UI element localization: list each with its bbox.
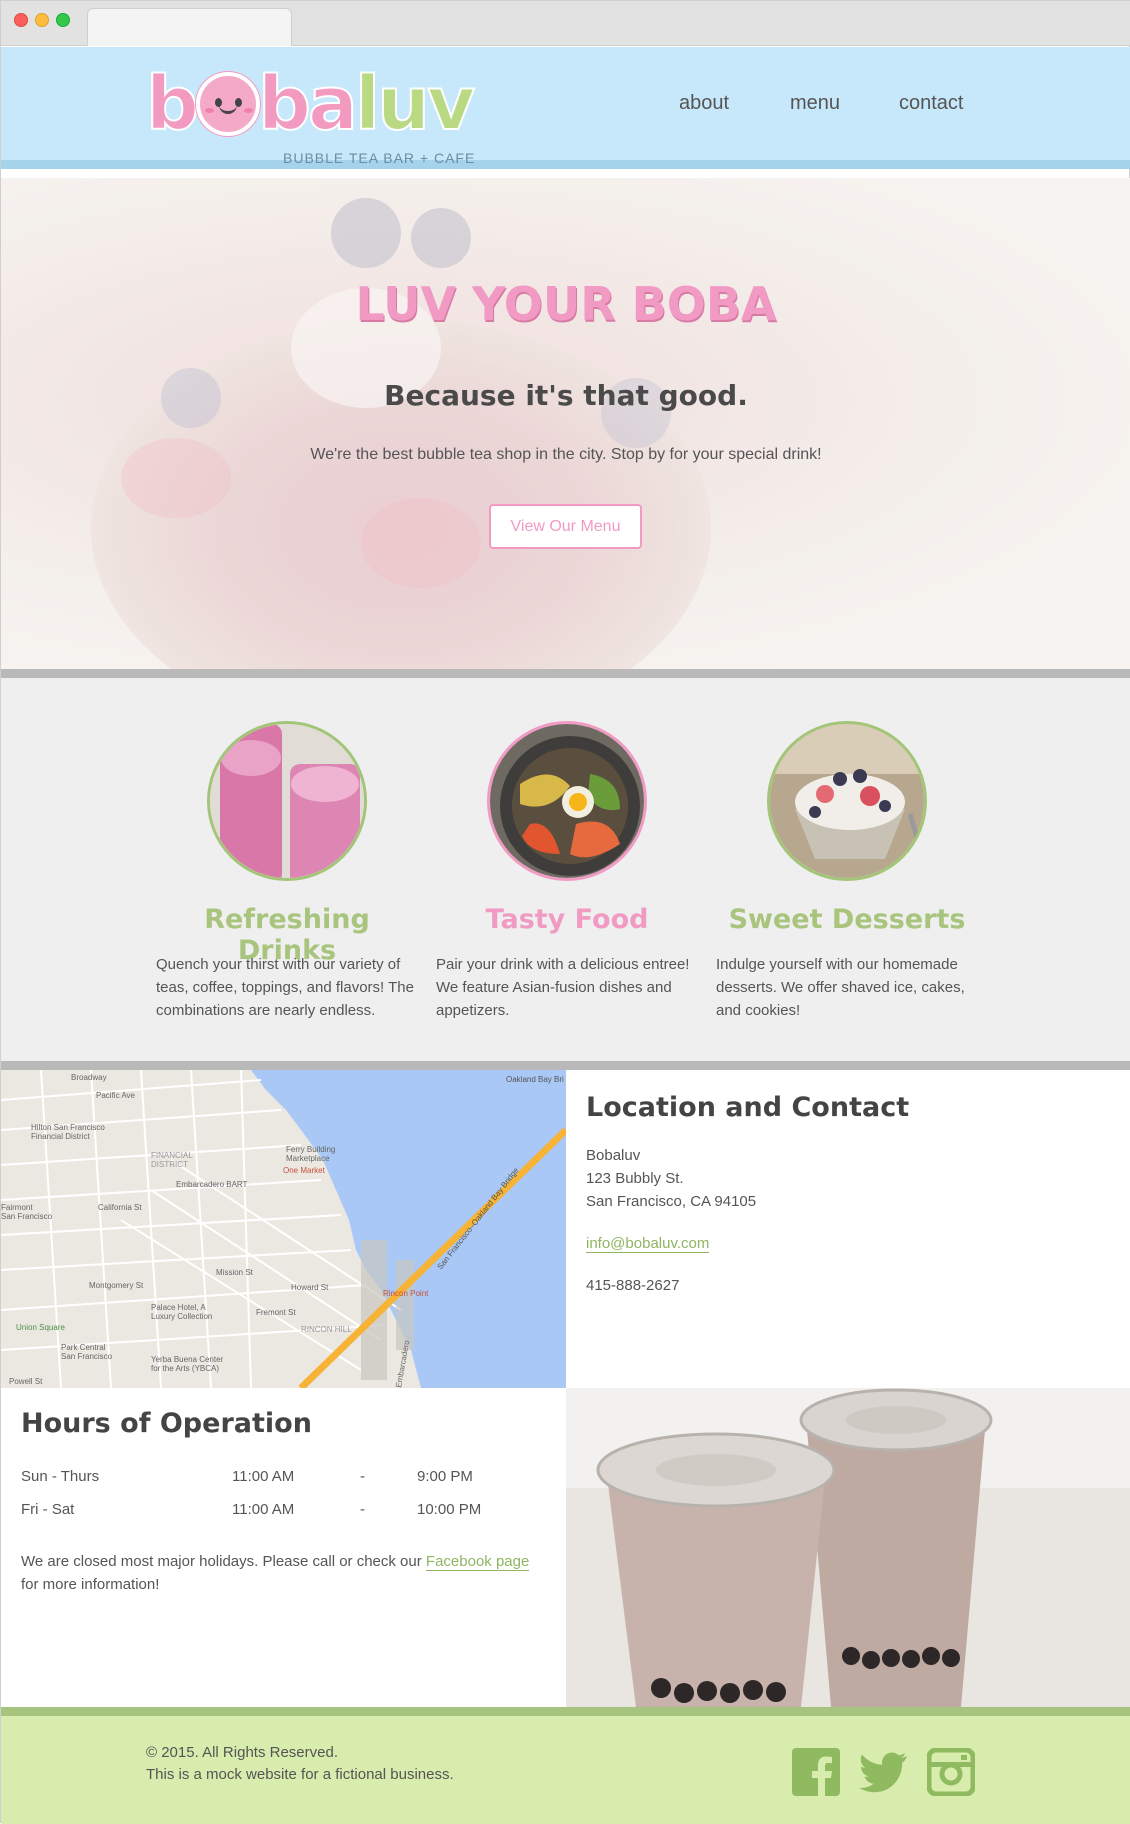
svg-text:Yerba Buena Center: Yerba Buena Center — [151, 1355, 224, 1364]
svg-text:Union Square: Union Square — [16, 1323, 65, 1332]
hours-days: Sun - Thurs — [21, 1468, 100, 1485]
hours-open: 11:00 AM — [232, 1468, 295, 1485]
svg-text:Pacific Ave: Pacific Ave — [96, 1091, 136, 1100]
svg-text:Fairmont: Fairmont — [1, 1203, 33, 1212]
svg-text:DISTRICT: DISTRICT — [151, 1160, 188, 1169]
hours-days: Fri - Sat — [21, 1501, 75, 1518]
location-map[interactable]: Broadway Pacific Ave FINANCIAL DISTRICT Em… — [1, 1070, 566, 1388]
svg-text:Fremont St: Fremont St — [256, 1308, 296, 1317]
svg-text:Embarcadero BART: Embarcadero BART — [176, 1180, 248, 1189]
svg-text:FINANCIAL: FINANCIAL — [151, 1151, 193, 1160]
hours-heading: Hours of Operation — [21, 1408, 312, 1439]
logo-tagline: BUBBLE TEA BAR + CAFE — [283, 150, 476, 166]
business-name: Bobaluv — [586, 1147, 641, 1164]
nav-contact[interactable]: contact — [899, 92, 963, 115]
svg-text:Montgomery St: Montgomery St — [89, 1281, 144, 1290]
boba-face-icon — [196, 72, 260, 136]
view-menu-button[interactable]: View Our Menu — [489, 504, 642, 549]
feature-text: Pair your drink with a delicious entree!… — [436, 956, 690, 1019]
svg-text:Hilton San Francisco: Hilton San Francisco — [31, 1123, 105, 1132]
browser-tab[interactable] — [87, 8, 292, 46]
svg-text:for the Arts (YBCA): for the Arts (YBCA) — [151, 1364, 219, 1373]
svg-text:RINCON HILL: RINCON HILL — [301, 1325, 352, 1334]
nav-menu[interactable]: menu — [790, 92, 840, 115]
browser-chrome — [1, 1, 1130, 46]
hero-subtitle: Because it's that good. — [384, 379, 748, 412]
hours-separator: - — [360, 1501, 365, 1518]
city-state-zip: San Francisco, CA 94105 — [586, 1193, 757, 1210]
facebook-page-link[interactable]: Facebook page — [425, 1553, 530, 1571]
close-window-button[interactable] — [14, 13, 28, 27]
holiday-note: We are closed most major holidays. Pleas… — [21, 1553, 530, 1593]
hours-separator: - — [360, 1468, 365, 1485]
bobaluv-logo[interactable]: b baluv BUBBLE TEA BAR + CAFE — [145, 59, 476, 166]
desserts-image — [767, 721, 927, 881]
facebook-icon[interactable] — [792, 1748, 840, 1796]
copyright-text: © 2015. All Rights Reserved. — [146, 1744, 338, 1761]
instagram-icon[interactable] — [926, 1747, 976, 1797]
hero-description: We're the best bubble tea shop in the ci… — [310, 446, 822, 463]
hours-close: 9:00 PM — [417, 1468, 473, 1485]
features-section: Refreshing Drinks Quench your thirst wit… — [1, 678, 1130, 1061]
phone-number: 415-888-2627 — [586, 1277, 680, 1294]
svg-text:Broadway: Broadway — [71, 1073, 107, 1082]
boba-drinks-photo — [566, 1388, 1130, 1707]
svg-text:San Francisco: San Francisco — [1, 1212, 53, 1221]
minimize-window-button[interactable] — [35, 13, 49, 27]
hours-open: 11:00 AM — [232, 1501, 295, 1518]
svg-text:San Francisco: San Francisco — [61, 1352, 113, 1361]
hours-close: 10:00 PM — [417, 1501, 482, 1518]
svg-text:Park Central: Park Central — [61, 1343, 106, 1352]
feature-title: Tasty Food — [485, 904, 649, 935]
feature-title: Sweet Desserts — [728, 904, 966, 935]
svg-text:Oakland Bay Bri: Oakland Bay Bri — [506, 1075, 564, 1084]
hero-title: LUV YOUR BOBA — [355, 277, 777, 331]
section-divider — [1, 1061, 1130, 1070]
svg-text:Ferry Building: Ferry Building — [286, 1145, 335, 1154]
location-heading: Location and Contact — [586, 1092, 910, 1123]
svg-text:Mission St: Mission St — [216, 1268, 254, 1277]
drinks-image — [207, 721, 367, 881]
maximize-window-button[interactable] — [56, 13, 70, 27]
svg-text:One Market: One Market — [283, 1166, 326, 1175]
disclaimer-text: This is a mock website for a fictional b… — [146, 1766, 454, 1783]
location-contact: Location and Contact Bobaluv 123 Bubbly … — [566, 1070, 1130, 1388]
feature-text: Quench your thirst with our variety of t… — [156, 956, 414, 1019]
email-link[interactable]: info@bobaluv.com — [586, 1235, 710, 1253]
svg-text:Howard St: Howard St — [291, 1283, 329, 1292]
twitter-icon[interactable] — [859, 1748, 907, 1796]
hero-banner: LUV YOUR BOBA Because it's that good. We… — [1, 178, 1130, 669]
svg-text:Powell St: Powell St — [9, 1377, 43, 1386]
svg-text:Palace Hotel, A: Palace Hotel, A — [151, 1303, 206, 1312]
svg-text:California St: California St — [98, 1203, 142, 1212]
food-image — [487, 721, 647, 881]
site-footer: © 2015. All Rights Reserved. This is a m… — [1, 1707, 1130, 1824]
hours-section: Hours of Operation Sun - Thurs 11:00 AM … — [1, 1388, 566, 1707]
browser-window: b baluv BUBBLE TEA BAR + CAFE about menu … — [0, 0, 1130, 1824]
nav-about[interactable]: about — [679, 92, 729, 115]
svg-text:Financial District: Financial District — [31, 1132, 90, 1141]
svg-text:Luxury Collection: Luxury Collection — [151, 1312, 212, 1321]
svg-text:Rincon Point: Rincon Point — [383, 1289, 429, 1298]
street-address: 123 Bubbly St. — [586, 1170, 684, 1187]
svg-text:Marketplace: Marketplace — [286, 1154, 330, 1163]
section-divider — [1, 669, 1130, 678]
logo-wordmark: b baluv — [145, 60, 476, 148]
feature-text: Indulge yourself with our homemade desse… — [716, 956, 965, 1019]
site-header: b baluv BUBBLE TEA BAR + CAFE about menu … — [1, 47, 1130, 169]
